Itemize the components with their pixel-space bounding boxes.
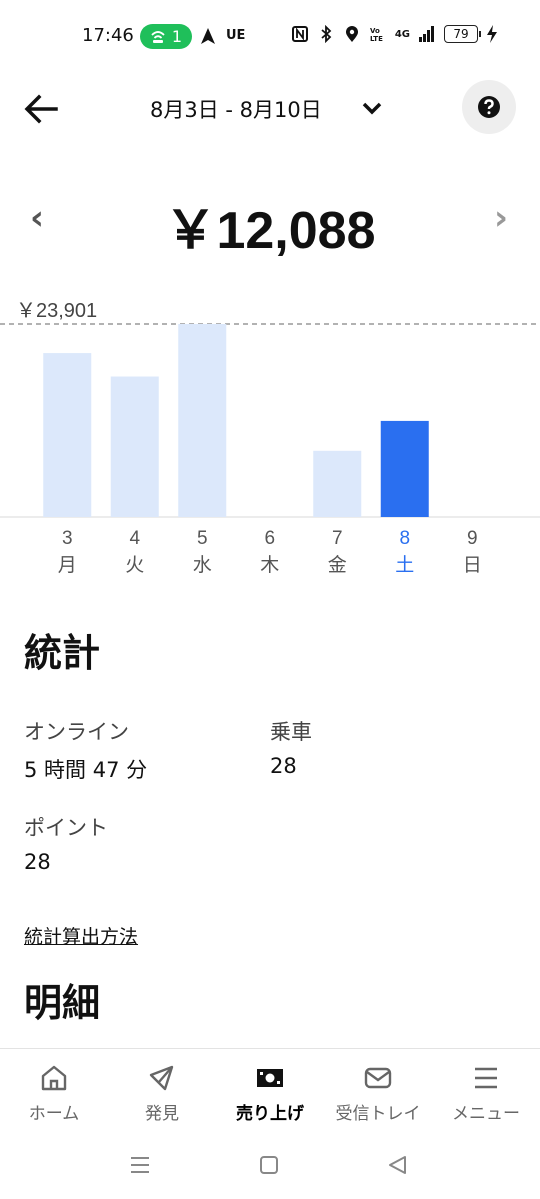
chart-day-label: 8 (399, 528, 410, 549)
chart-day-label: 7 (332, 528, 343, 549)
location-icon (345, 26, 358, 42)
chart-weekday-label: 木 (260, 554, 279, 576)
chart-weekday-label: 日 (463, 555, 482, 576)
navigation-arrow-icon (201, 28, 215, 44)
volte-icon: VoLTE (370, 27, 383, 43)
earnings-chart: ￥23,901 3 月 4 火 5 水 6 木 7 金 8 土 9 日 (0, 290, 540, 590)
chevron-down-icon[interactable] (360, 96, 384, 120)
bottom-navigation: ホーム 発見 売り上げ 受信トレイ メニュー (0, 1048, 540, 1136)
battery-level: 79 (453, 27, 469, 41)
bluetooth-icon (321, 25, 332, 43)
chart-max-label: ￥23,901 (16, 300, 97, 322)
online-label: オンライン (24, 720, 129, 744)
nav-label-earnings: 売り上げ (236, 1104, 304, 1124)
status-time: 17:46 (82, 25, 134, 46)
chart-day-label: 5 (197, 528, 208, 549)
hotspot-indicator: 1 (140, 24, 192, 49)
svg-text:LTE: LTE (370, 35, 383, 43)
status-icons: Vo LTE 4G 79 (291, 25, 498, 43)
online-value: 5 時間 47 分 (24, 758, 148, 782)
details-title: 明細 (24, 981, 101, 1025)
back-system-icon[interactable] (386, 1154, 408, 1176)
nav-label-discover: 発見 (145, 1104, 179, 1124)
inbox-icon (364, 1067, 392, 1089)
header: 8月3日 - 8月10日 (0, 72, 540, 144)
chart-weekday-label: 月 (58, 555, 77, 576)
nav-label-home: ホーム (28, 1104, 80, 1124)
chart-weekday-label: 水 (193, 554, 212, 576)
chart-day-label: 6 (264, 528, 275, 549)
signal-icon (419, 26, 434, 42)
svg-text:Vo: Vo (370, 27, 380, 35)
nav-label-menu: メニュー (452, 1104, 520, 1124)
chart-weekday-label: 火 (125, 555, 144, 576)
points-label: ポイント (24, 816, 108, 840)
chart-bar[interactable] (178, 324, 227, 517)
chart-day-label: 9 (467, 528, 478, 549)
nav-label-inbox: 受信トレイ (335, 1104, 421, 1124)
chart-day-label: 4 (129, 528, 140, 549)
back-button[interactable] (20, 88, 62, 130)
points-value: 28 (24, 850, 51, 874)
hotspot-count: 1 (171, 27, 183, 46)
stats-title: 統計 (24, 631, 101, 675)
date-range-selector[interactable]: 8月3日 - 8月10日 (150, 94, 322, 124)
compass-icon (149, 1065, 174, 1091)
nav-item-menu[interactable]: メニュー (432, 1049, 540, 1136)
rides-value: 28 (270, 754, 297, 778)
system-navigation-bar (0, 1136, 540, 1199)
chart-day-label: 3 (62, 528, 73, 549)
total-earnings: ￥12,088 (164, 202, 376, 260)
battery-indicator: 79 (444, 25, 481, 43)
nav-item-discover[interactable]: 発見 (108, 1049, 216, 1136)
chart-bar[interactable] (313, 450, 362, 517)
carrier-text: UE (226, 28, 246, 43)
earnings-bar-chart: ￥23,901 3 月 4 火 5 水 6 木 7 金 8 土 9 日 (0, 300, 540, 576)
next-week-button[interactable]: › (494, 198, 508, 238)
hotspot-icon (151, 30, 165, 43)
stats-method-link[interactable]: 統計算出方法 (24, 922, 138, 949)
nfc-icon (291, 26, 308, 42)
charging-icon (487, 25, 497, 43)
nav-item-home[interactable]: ホーム (0, 1049, 108, 1136)
chart-weekday-label: 土 (395, 554, 414, 576)
status-bar: 17:46 1 UE Vo LTE 4G 79 (0, 0, 540, 72)
network-type: 4G (394, 28, 410, 40)
chart-bar[interactable] (43, 353, 92, 517)
earnings-icon (257, 1069, 283, 1087)
home-icon (41, 1065, 67, 1091)
home-system-icon[interactable] (258, 1154, 280, 1176)
rides-label: 乗車 (270, 720, 312, 744)
chart-bar[interactable] (380, 420, 429, 517)
help-button[interactable] (462, 80, 516, 134)
question-icon (478, 96, 500, 118)
back-arrow-icon (24, 94, 58, 124)
nav-item-inbox[interactable]: 受信トレイ (324, 1049, 432, 1136)
nav-item-earnings[interactable]: 売り上げ (216, 1049, 324, 1136)
menu-icon (475, 1067, 497, 1089)
chart-weekday-label: 金 (328, 554, 347, 576)
recent-apps-icon[interactable] (128, 1154, 152, 1176)
chart-bar[interactable] (110, 376, 159, 517)
earnings-summary: ‹ ￥12,088 › (0, 180, 540, 260)
